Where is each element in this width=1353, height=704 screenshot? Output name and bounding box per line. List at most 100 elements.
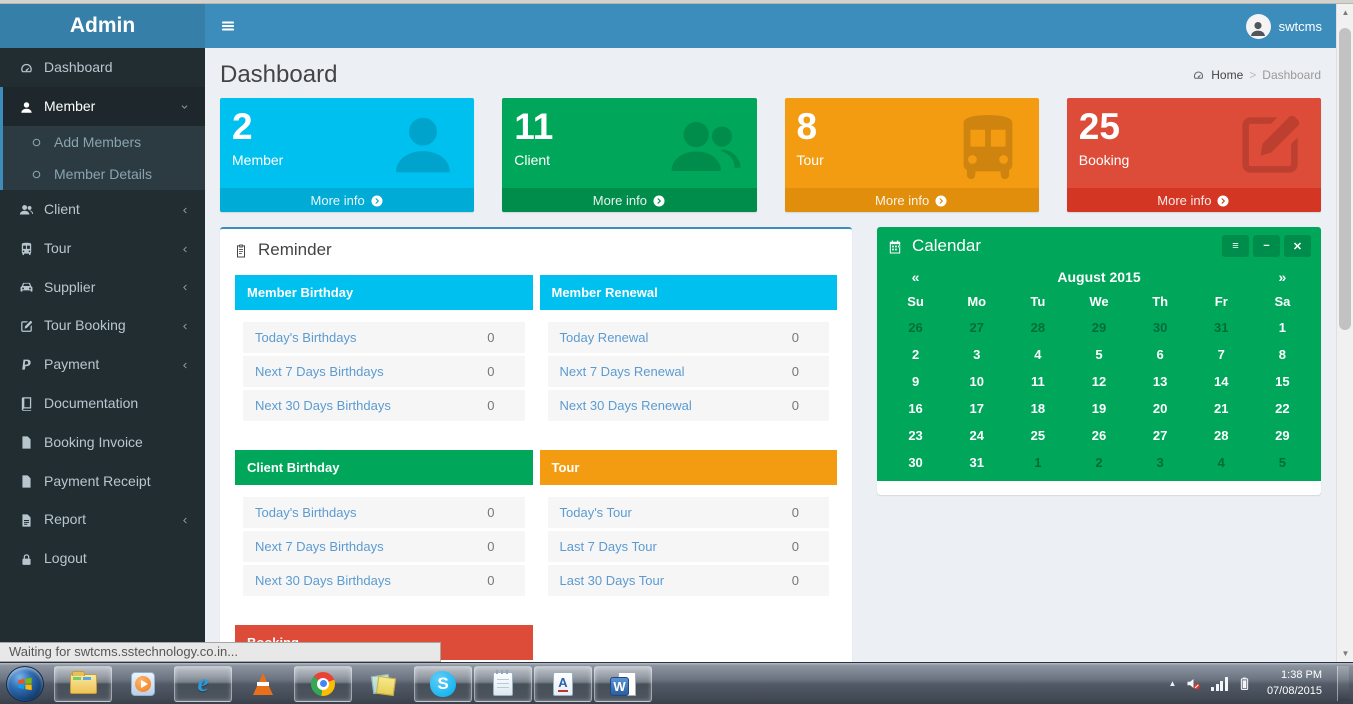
calendar-day-5[interactable]: 5 [1068,341,1129,368]
calendar-day-8[interactable]: 8 [1252,341,1313,368]
calendar-day-29[interactable]: 29 [1252,422,1313,449]
reminder-row-link[interactable]: Next 30 Days Renewal [560,398,692,413]
calendar-day-1-outside[interactable]: 1 [1007,449,1068,476]
brand-logo[interactable]: Admin [0,4,205,48]
calendar-prev-button[interactable]: « [885,269,946,285]
sidebar-item-dashboard[interactable]: Dashboard [0,48,205,87]
calendar-day-24[interactable]: 24 [946,422,1007,449]
calendar-day-17[interactable]: 17 [946,395,1007,422]
calendar-day-30-outside[interactable]: 30 [1130,314,1191,341]
calendar-minimize-button[interactable]: − [1253,235,1280,257]
calendar-close-button[interactable]: ✕ [1284,235,1311,257]
calendar-day-11[interactable]: 11 [1007,368,1068,395]
sidebar-toggle-button[interactable] [205,4,251,48]
more-info-link-client[interactable]: More info [502,188,756,212]
sidebar-item-client[interactable]: Client [0,190,205,229]
calendar-day-25[interactable]: 25 [1007,422,1068,449]
calendar-day-19[interactable]: 19 [1068,395,1129,422]
calendar-day-5-outside[interactable]: 5 [1252,449,1313,476]
taskbar-app-windows-media-player[interactable] [114,666,172,702]
sidebar-item-tour-booking[interactable]: Tour Booking [0,306,205,345]
sidebar-item-tour[interactable]: Tour [0,228,205,267]
calendar-day-12[interactable]: 12 [1068,368,1129,395]
taskbar-app-windows-explorer[interactable] [54,666,112,702]
volume-muted-icon[interactable] [1185,675,1202,692]
page-scrollbar[interactable]: ▲ ▼ [1336,4,1353,662]
sidebar-item-logout[interactable]: Logout [0,539,205,578]
sidebar-item-booking-invoice[interactable]: Booking Invoice [0,422,205,461]
reminder-row-link[interactable]: Next 7 Days Renewal [560,364,685,379]
reminder-row-link[interactable]: Last 7 Days Tour [560,539,657,554]
calendar-day-9[interactable]: 9 [885,368,946,395]
reminder-row-link[interactable]: Next 7 Days Birthdays [255,364,384,379]
user-menu[interactable]: swtcms [1232,4,1336,48]
more-info-link-tour[interactable]: More info [785,188,1039,212]
sidebar-item-payment-receipt[interactable]: Payment Receipt [0,461,205,500]
taskbar-app-vlc[interactable] [234,666,292,702]
more-info-link-member[interactable]: More info [220,188,474,212]
taskbar-app-notepad[interactable] [474,666,532,702]
calendar-day-13[interactable]: 13 [1130,368,1191,395]
calendar-day-27[interactable]: 27 [1130,422,1191,449]
calendar-day-28[interactable]: 28 [1191,422,1252,449]
taskbar-app-skype[interactable]: S [414,666,472,702]
reminder-row-link[interactable]: Today's Tour [560,505,632,520]
calendar-day-31-outside[interactable]: 31 [1191,314,1252,341]
scrollbar-thumb[interactable] [1339,28,1351,330]
breadcrumb-home-link[interactable]: Home [1211,68,1243,82]
calendar-day-7[interactable]: 7 [1191,341,1252,368]
calendar-day-31[interactable]: 31 [946,449,1007,476]
calendar-day-28-outside[interactable]: 28 [1007,314,1068,341]
scrollbar-down-arrow[interactable]: ▼ [1337,645,1353,662]
calendar-day-3[interactable]: 3 [946,341,1007,368]
sidebar-subitem-add-members[interactable]: Add Members [3,126,205,158]
sidebar-subitem-member-details[interactable]: Member Details [3,158,205,190]
start-button[interactable] [6,666,44,702]
calendar-day-20[interactable]: 20 [1130,395,1191,422]
taskbar-app-internet-explorer[interactable]: e [174,666,232,702]
calendar-day-26-outside[interactable]: 26 [885,314,946,341]
calendar-day-30[interactable]: 30 [885,449,946,476]
sidebar-item-documentation[interactable]: Documentation [0,384,205,423]
calendar-menu-button[interactable]: ≡ [1222,235,1249,257]
calendar-day-27-outside[interactable]: 27 [946,314,1007,341]
calendar-day-2[interactable]: 2 [885,341,946,368]
reminder-row-link[interactable]: Last 30 Days Tour [560,573,665,588]
reminder-row-link[interactable]: Next 30 Days Birthdays [255,573,391,588]
battery-icon[interactable] [1237,675,1252,692]
calendar-day-16[interactable]: 16 [885,395,946,422]
taskbar-app-sticky-notes[interactable] [354,666,412,702]
calendar-day-4-outside[interactable]: 4 [1191,449,1252,476]
sidebar-item-member[interactable]: Member [3,87,205,126]
calendar-day-14[interactable]: 14 [1191,368,1252,395]
show-desktop-button[interactable] [1337,666,1349,701]
calendar-day-10[interactable]: 10 [946,368,1007,395]
calendar-day-1[interactable]: 1 [1252,314,1313,341]
reminder-row-link[interactable]: Next 7 Days Birthdays [255,539,384,554]
taskbar-clock[interactable]: 1:38 PM 07/08/2015 [1261,668,1328,699]
reminder-row-link[interactable]: Today's Birthdays [255,505,356,520]
scrollbar-up-arrow[interactable]: ▲ [1337,4,1353,21]
calendar-day-29-outside[interactable]: 29 [1068,314,1129,341]
network-signal-icon[interactable] [1211,676,1228,691]
sidebar-item-supplier[interactable]: Supplier [0,267,205,306]
sidebar-item-payment[interactable]: Payment [0,345,205,384]
taskbar-app-word[interactable]: W [594,666,652,702]
calendar-next-button[interactable]: » [1252,269,1313,285]
reminder-row-link[interactable]: Today's Birthdays [255,330,356,345]
calendar-day-23[interactable]: 23 [885,422,946,449]
sidebar-item-report[interactable]: Report [0,500,205,539]
taskbar-app-chrome[interactable] [294,666,352,702]
calendar-day-6[interactable]: 6 [1130,341,1191,368]
calendar-day-3-outside[interactable]: 3 [1130,449,1191,476]
more-info-link-booking[interactable]: More info [1067,188,1321,212]
reminder-row-link[interactable]: Next 30 Days Birthdays [255,398,391,413]
reminder-row-link[interactable]: Today Renewal [560,330,649,345]
calendar-day-2-outside[interactable]: 2 [1068,449,1129,476]
calendar-day-21[interactable]: 21 [1191,395,1252,422]
calendar-day-22[interactable]: 22 [1252,395,1313,422]
calendar-day-15[interactable]: 15 [1252,368,1313,395]
calendar-day-26[interactable]: 26 [1068,422,1129,449]
calendar-day-18[interactable]: 18 [1007,395,1068,422]
calendar-day-4[interactable]: 4 [1007,341,1068,368]
